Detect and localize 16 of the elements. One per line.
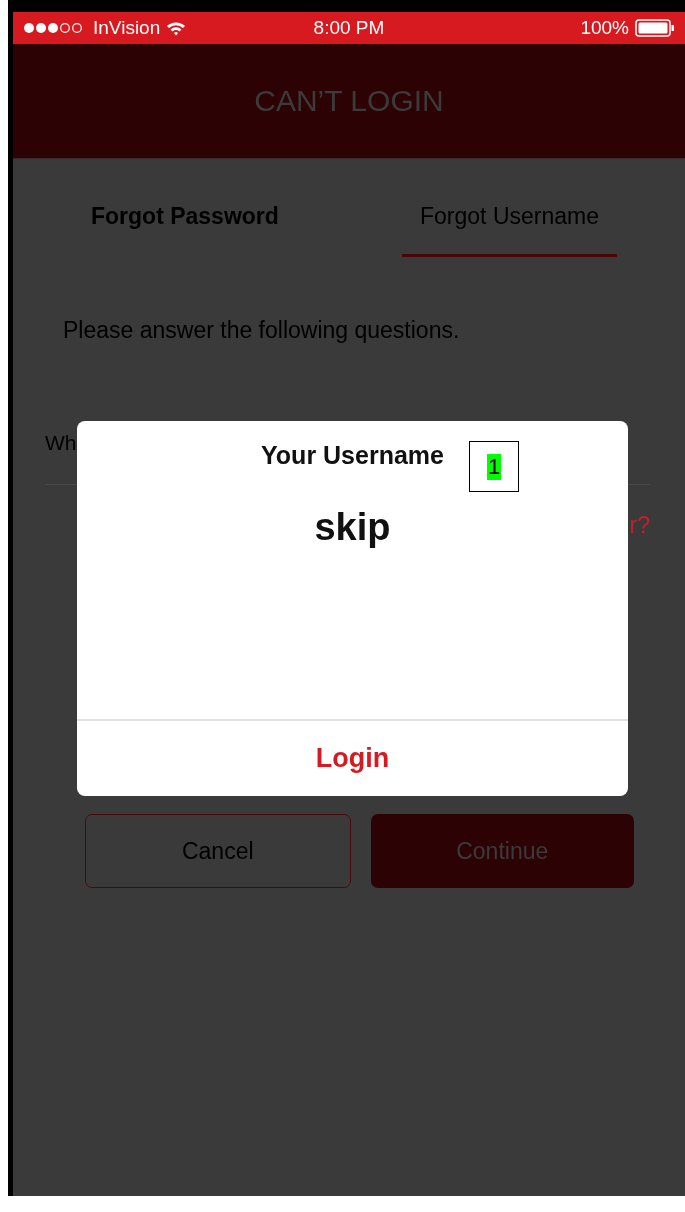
wifi-icon (166, 20, 187, 36)
username-text: skip (313, 506, 392, 549)
dialog-title: Your Username (261, 441, 444, 470)
battery-percent: 100% (580, 17, 629, 39)
carrier-name: InVision (93, 17, 161, 39)
question-link[interactable]: r? (629, 512, 650, 539)
tab[interactable]: Forgot Username (402, 199, 617, 257)
instructions-text: Please answer the following questions. (63, 317, 461, 344)
screen-title: CAN’T LOGIN (254, 84, 444, 118)
tab[interactable]: Forgot Password (91, 199, 279, 257)
login-button[interactable]: Login (77, 719, 628, 796)
status-time: 8:00 PM (313, 17, 385, 38)
cancel-button[interactable]: Cancel (85, 814, 351, 888)
annotation-marker: 1 (469, 441, 519, 492)
battery-icon (635, 19, 675, 37)
continue-button[interactable]: Continue (370, 814, 634, 888)
